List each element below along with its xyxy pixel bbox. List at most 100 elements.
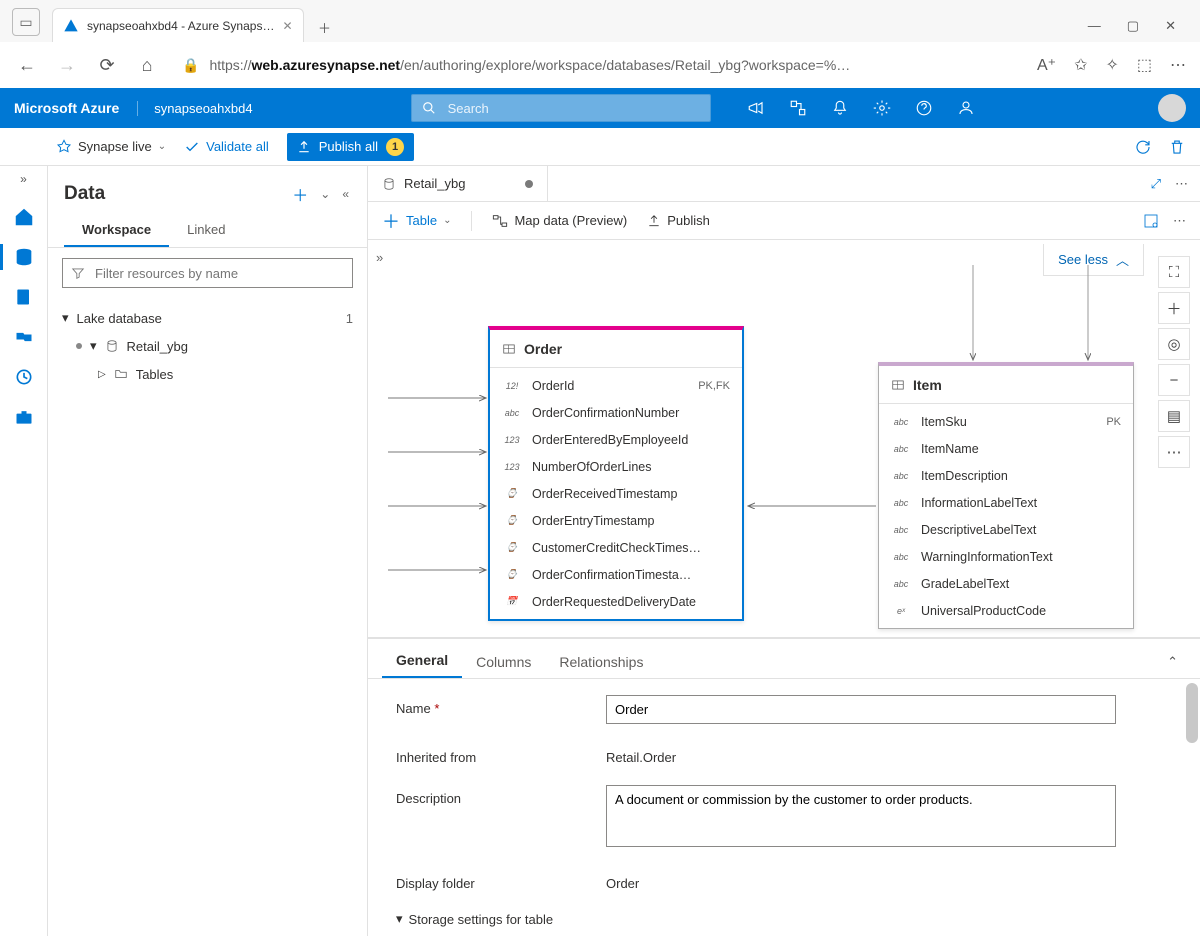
editor-more-icon[interactable]: ⋯ (1175, 176, 1188, 192)
collapse-panel-icon[interactable]: « (340, 185, 351, 203)
browser-sync-icon[interactable]: ⬚ (1137, 55, 1152, 75)
column-row[interactable]: ⌚OrderConfirmationTimesta… (490, 561, 742, 588)
pipeline-icon[interactable] (789, 99, 807, 117)
read-aloud-icon[interactable]: A⁺ (1037, 55, 1056, 75)
address-bar[interactable]: 🔒 https://web.azuresynapse.net/en/author… (174, 57, 1023, 74)
more-tools-icon[interactable]: ⋯ (1158, 436, 1190, 468)
browser-tab[interactable]: synapseoahxbd4 - Azure Synaps… ✕ (52, 8, 304, 42)
nav-integrate[interactable] (11, 324, 37, 350)
tree-tables[interactable]: ▷ Tables (62, 360, 353, 388)
column-row[interactable]: ⌚OrderReceivedTimestamp (490, 480, 742, 507)
column-row[interactable]: abcItemDescription (879, 462, 1133, 489)
filter-input[interactable] (93, 265, 344, 282)
azure-search[interactable] (411, 94, 711, 122)
storage-settings-toggle[interactable]: ▾ Storage settings for table (396, 911, 1172, 927)
forward-button[interactable]: → (54, 52, 80, 78)
column-row[interactable]: ⌚CustomerCreditCheckTimes… (490, 534, 742, 561)
tab-relationships[interactable]: Relationships (545, 646, 657, 678)
browser-chrome: ▭ synapseoahxbd4 - Azure Synaps… ✕ ＋ — ▢… (0, 0, 1200, 88)
synapse-live-dropdown[interactable]: Synapse live⌄ (56, 139, 166, 155)
favorite-icon[interactable]: ✩ (1074, 55, 1087, 75)
back-button[interactable]: ← (14, 52, 40, 78)
bell-icon[interactable] (831, 99, 849, 117)
tab-overview-button[interactable]: ▭ (12, 8, 40, 36)
see-less-button[interactable]: See less︿ (1043, 244, 1144, 276)
tab-linked[interactable]: Linked (169, 214, 243, 247)
add-resource-icon[interactable]: ＋ (290, 180, 310, 208)
delete-icon[interactable] (1168, 138, 1186, 156)
collections-icon[interactable]: ✧ (1105, 55, 1118, 75)
nav-monitor[interactable] (11, 364, 37, 390)
expand-editor-icon[interactable]: ⤢ (1151, 176, 1161, 192)
refresh-icon[interactable] (1134, 138, 1152, 156)
column-row[interactable]: abcItemSkuPK (879, 408, 1133, 435)
description-input[interactable] (606, 785, 1116, 847)
tree-lake-database[interactable]: ▾ Lake database 1 (62, 304, 353, 332)
publish-icon (297, 140, 311, 154)
name-input[interactable] (606, 695, 1116, 724)
publish-button[interactable]: Publish (647, 213, 710, 228)
column-row[interactable]: abcOrderConfirmationNumber (490, 399, 742, 426)
designer-canvas[interactable]: » See less︿ ⛶ ＋ ◎ − ▤ ⋯ (368, 240, 1200, 638)
entity-order[interactable]: Order 12!OrderIdPK,FKabcOrderConfirmatio… (488, 326, 744, 621)
chevron-down-icon: ▾ (62, 310, 69, 326)
nav-home[interactable] (11, 204, 37, 230)
new-tab-button[interactable]: ＋ (310, 12, 340, 42)
fit-icon[interactable]: ⛶ (1158, 256, 1190, 288)
settings-icon[interactable] (1143, 213, 1159, 229)
datatype-icon: 123 (502, 462, 522, 472)
filter-icon (71, 266, 85, 280)
locate-icon[interactable]: ◎ (1158, 328, 1190, 360)
zoom-in-icon[interactable]: ＋ (1158, 292, 1190, 324)
column-row[interactable]: abcItemName (879, 435, 1133, 462)
megaphone-icon[interactable] (747, 99, 765, 117)
filter-box[interactable] (62, 258, 353, 288)
workspace-name[interactable]: synapseoahxbd4 (137, 101, 252, 116)
column-row[interactable]: abcGradeLabelText (879, 570, 1133, 597)
gear-icon[interactable] (873, 99, 891, 117)
tab-workspace[interactable]: Workspace (64, 214, 169, 247)
azure-brand[interactable]: Microsoft Azure (14, 100, 119, 116)
feedback-icon[interactable] (957, 99, 975, 117)
collapse-canvas-icon[interactable]: » (376, 250, 383, 265)
column-row[interactable]: abcDescriptiveLabelText (879, 516, 1133, 543)
column-row[interactable]: eˣUniversalProductCode (879, 597, 1133, 624)
column-row[interactable]: 123OrderEnteredByEmployeeId (490, 426, 742, 453)
publish-all-button[interactable]: Publish all 1 (287, 133, 414, 161)
tab-general[interactable]: General (382, 644, 462, 678)
map-data-button[interactable]: Map data (Preview) (492, 213, 627, 229)
close-tab-icon[interactable]: ✕ (282, 19, 292, 33)
editor-more-icon[interactable]: ⋯ (1173, 213, 1186, 229)
left-rail: » (0, 166, 48, 936)
minimize-icon[interactable]: — (1088, 18, 1101, 34)
browser-menu-icon[interactable]: ⋯ (1170, 55, 1186, 75)
add-table-dropdown[interactable]: ＋Table⌄ (382, 208, 451, 234)
user-avatar[interactable] (1158, 94, 1186, 122)
tab-columns[interactable]: Columns (462, 646, 545, 678)
search-input[interactable] (446, 100, 700, 117)
expand-rail-icon[interactable]: » (20, 172, 27, 186)
help-icon[interactable] (915, 99, 933, 117)
entity-item[interactable]: Item abcItemSkuPKabcItemNameabcItemDescr… (878, 362, 1134, 629)
file-tab[interactable]: Retail_ybg (368, 166, 548, 202)
zoom-out-icon[interactable]: − (1158, 364, 1190, 396)
column-row[interactable]: abcWarningInformationText (879, 543, 1133, 570)
column-row[interactable]: ⌚OrderEntryTimestamp (490, 507, 742, 534)
nav-develop[interactable] (11, 284, 37, 310)
collapse-props-icon[interactable]: ⌃ (1159, 646, 1186, 678)
home-button[interactable]: ⌂ (134, 52, 160, 78)
layout-icon[interactable]: ▤ (1158, 400, 1190, 432)
refresh-button[interactable]: ⟳ (94, 52, 120, 78)
column-row[interactable]: 📅OrderRequestedDeliveryDate (490, 588, 742, 615)
expand-all-icon[interactable]: ⌄ (318, 185, 332, 203)
column-row[interactable]: abcInformationLabelText (879, 489, 1133, 516)
column-row[interactable]: 12!OrderIdPK,FK (490, 372, 742, 399)
column-row[interactable]: 123NumberOfOrderLines (490, 453, 742, 480)
validate-all-button[interactable]: Validate all (184, 139, 269, 155)
maximize-icon[interactable]: ▢ (1127, 18, 1139, 34)
nav-data[interactable] (11, 244, 37, 270)
chevron-right-icon: ▷ (98, 369, 106, 380)
nav-manage[interactable] (11, 404, 37, 430)
tree-database[interactable]: ▾ Retail_ybg (62, 332, 353, 360)
close-window-icon[interactable]: ✕ (1165, 18, 1176, 34)
